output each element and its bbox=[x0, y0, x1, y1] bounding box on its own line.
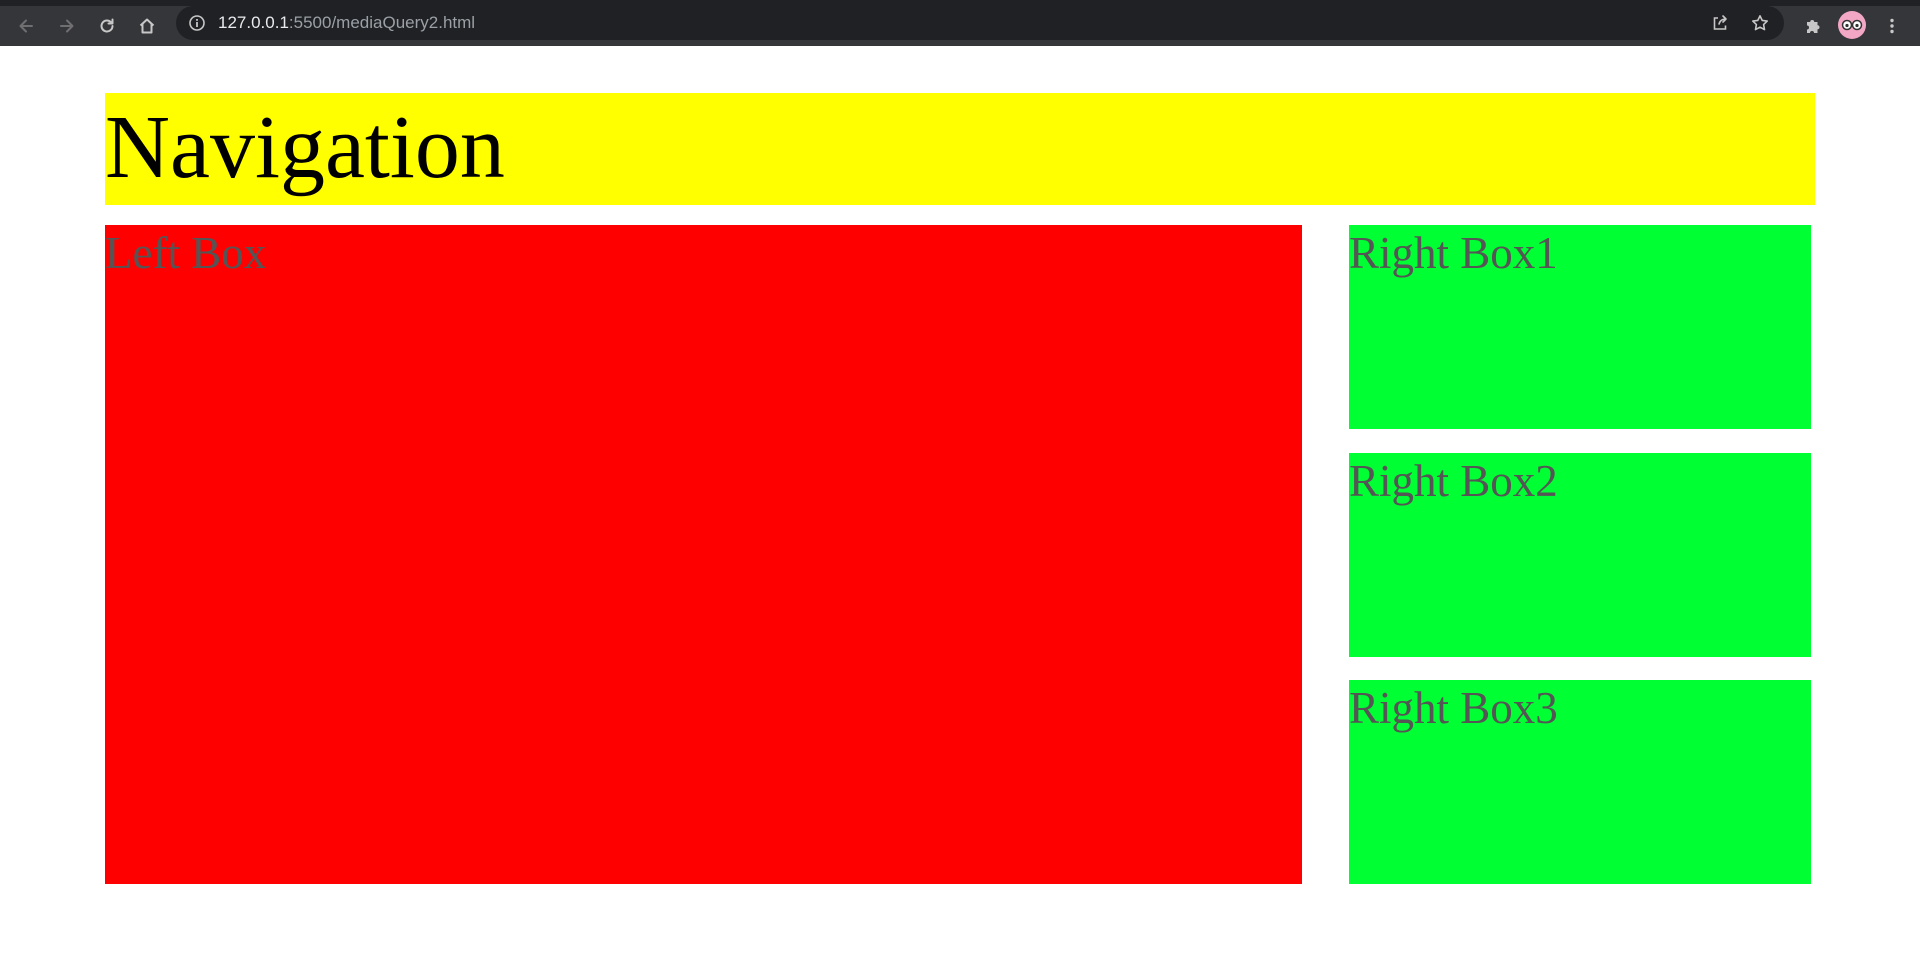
right-box-2: Right Box2 bbox=[1349, 453, 1811, 657]
web-page: Navigation Left Box Right Box1 Right Box… bbox=[0, 46, 1920, 967]
right-box-3: Right Box3 bbox=[1349, 680, 1811, 884]
forward-arrow-icon bbox=[60, 19, 74, 33]
browser-menu-button[interactable] bbox=[1876, 10, 1908, 42]
back-button[interactable] bbox=[10, 10, 42, 42]
forward-button[interactable] bbox=[51, 10, 83, 42]
menu-kebab-icon bbox=[1890, 18, 1894, 34]
right-box-3-label: Right Box3 bbox=[1349, 683, 1558, 733]
info-icon[interactable] bbox=[187, 13, 207, 33]
profile-avatar[interactable] bbox=[1838, 11, 1866, 39]
share-icon[interactable] bbox=[1710, 13, 1730, 33]
extensions-button[interactable] bbox=[1797, 10, 1829, 42]
navigation-bar: Navigation bbox=[105, 93, 1815, 205]
home-button[interactable] bbox=[131, 10, 163, 42]
right-box-1: Right Box1 bbox=[1349, 225, 1811, 429]
address-bar[interactable]: 127.0.0.1:5500/mediaQuery2.html bbox=[176, 6, 1784, 40]
back-arrow-icon bbox=[19, 19, 33, 33]
reload-icon bbox=[100, 18, 114, 33]
right-box-1-label: Right Box1 bbox=[1349, 228, 1558, 278]
url-host: 127.0.0.1 bbox=[218, 13, 289, 32]
reload-button[interactable] bbox=[91, 10, 123, 42]
url-text[interactable]: 127.0.0.1:5500/mediaQuery2.html bbox=[218, 14, 475, 32]
left-box-label: Left Box bbox=[105, 228, 267, 278]
url-path: :5500/mediaQuery2.html bbox=[288, 13, 476, 32]
home-icon bbox=[139, 18, 155, 34]
right-box-2-label: Right Box2 bbox=[1349, 456, 1558, 506]
browser-toolbar: 127.0.0.1:5500/mediaQuery2.html bbox=[0, 0, 1920, 46]
navigation-heading: Navigation bbox=[105, 98, 505, 197]
left-box: Left Box bbox=[105, 225, 1302, 884]
star-icon[interactable] bbox=[1750, 13, 1770, 33]
profile-glasses-icon bbox=[1841, 19, 1863, 31]
extensions-icon bbox=[1807, 20, 1820, 33]
